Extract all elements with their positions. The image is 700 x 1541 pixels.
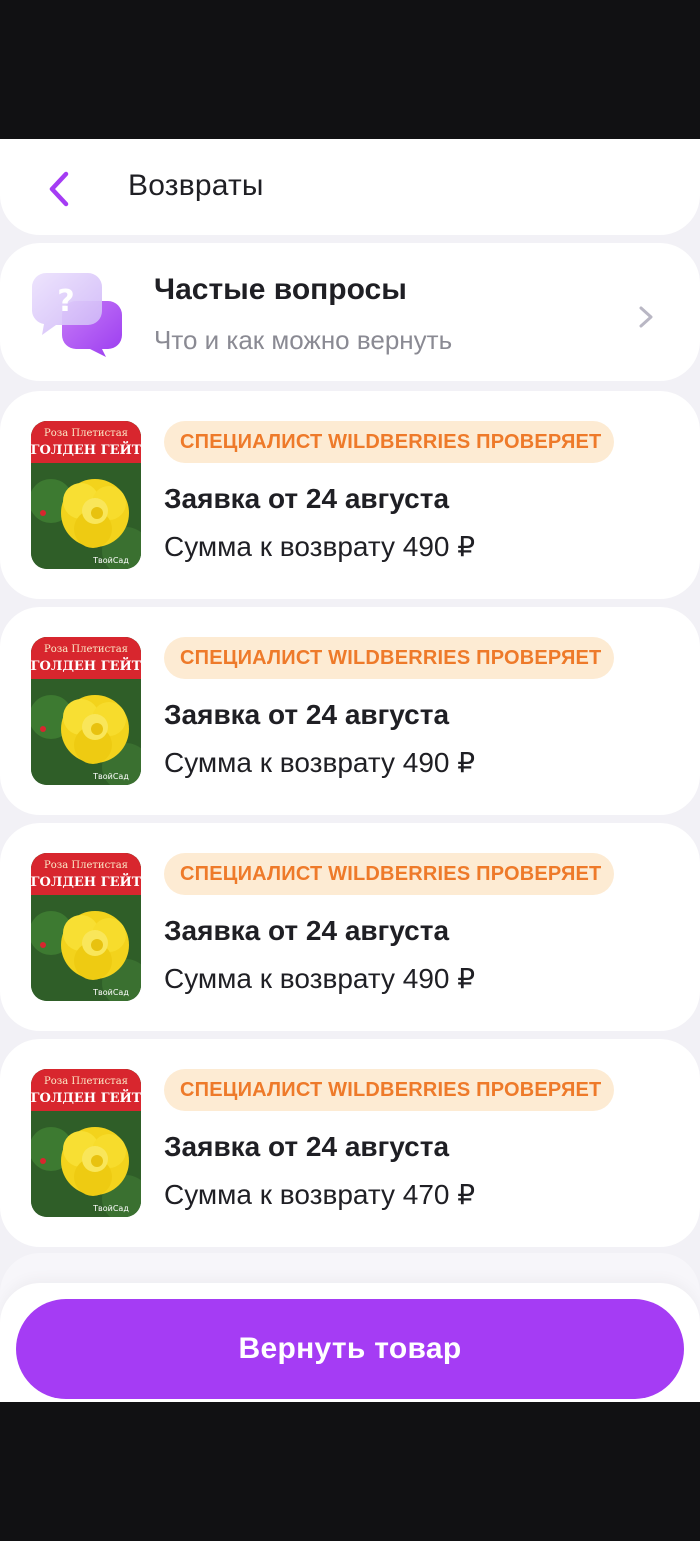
return-card[interactable]: Роза Плетистая ГОЛДЕН ГЕЙТ ТвойСад СПЕЦИ… <box>0 823 700 1031</box>
product-label-line1: Роза Плетистая <box>44 1076 128 1087</box>
return-card[interactable]: Роза Плетистая ГОЛДЕН ГЕЙТ ТвойСад СПЕЦИ… <box>0 607 700 815</box>
return-card[interactable]: Роза Плетистая ГОЛДЕН ГЕЙТ ТвойСад СПЕЦИ… <box>0 391 700 599</box>
product-image: Роза Плетистая ГОЛДЕН ГЕЙТ ТвойСад <box>31 421 141 569</box>
product-label-line2: ГОЛДЕН ГЕЙТ <box>31 873 141 890</box>
product-brand: ТвойСад <box>92 988 129 997</box>
product-label-line2: ГОЛДЕН ГЕЙТ <box>31 441 141 458</box>
return-request-title: Заявка от 24 августа <box>164 699 450 730</box>
product-label-line2: ГОЛДЕН ГЕЙТ <box>31 657 141 674</box>
product-image: Роза Плетистая ГОЛДЕН ГЕЙТ ТвойСад <box>31 1069 141 1217</box>
chevron-left-icon <box>49 171 69 207</box>
return-amount: Сумма к возврату 470 ₽ <box>164 1179 476 1210</box>
question-chat-icon: ? <box>32 273 122 357</box>
product-label-line1: Роза Плетистая <box>44 644 128 655</box>
svg-text:?: ? <box>57 284 74 319</box>
return-request-title: Заявка от 24 августа <box>164 483 450 514</box>
product-image: Роза Плетистая ГОЛДЕН ГЕЙТ ТвойСад <box>31 637 141 785</box>
status-badge: СПЕЦИАЛИСТ WILDBERRIES ПРОВЕРЯЕТ <box>164 1069 614 1111</box>
status-badge: СПЕЦИАЛИСТ WILDBERRIES ПРОВЕРЯЕТ <box>164 853 614 895</box>
status-badge: СПЕЦИАЛИСТ WILDBERRIES ПРОВЕРЯЕТ <box>164 637 614 679</box>
returns-screen: Возвраты ? Частые вопросы Что и как можн… <box>0 139 700 1402</box>
return-item-button[interactable]: Вернуть товар <box>16 1299 684 1399</box>
bottom-action-panel: Вернуть товар <box>0 1283 700 1402</box>
product-brand: ТвойСад <box>92 1204 129 1213</box>
navigation-bar-area <box>0 1402 700 1541</box>
faq-title: Частые вопросы <box>154 273 407 306</box>
return-amount: Сумма к возврату 490 ₽ <box>164 747 476 778</box>
status-bar-area <box>0 0 700 139</box>
product-brand: ТвойСад <box>92 772 129 781</box>
product-label-line1: Роза Плетистая <box>44 860 128 871</box>
header: Возвраты <box>0 139 700 235</box>
faq-card[interactable]: ? Частые вопросы Что и как можно вернуть <box>0 243 700 381</box>
back-button[interactable] <box>38 167 82 211</box>
product-image: Роза Плетистая ГОЛДЕН ГЕЙТ ТвойСад <box>31 853 141 1001</box>
return-amount: Сумма к возврату 490 ₽ <box>164 963 476 994</box>
faq-subtitle: Что и как можно вернуть <box>154 325 453 355</box>
product-label-line2: ГОЛДЕН ГЕЙТ <box>31 1089 141 1106</box>
product-brand: ТвойСад <box>92 556 129 565</box>
chevron-right-icon <box>639 306 653 328</box>
product-label-line1: Роза Плетистая <box>44 428 128 439</box>
page-title: Возвраты <box>128 169 264 202</box>
return-request-title: Заявка от 24 августа <box>164 1131 450 1162</box>
return-amount: Сумма к возврату 490 ₽ <box>164 531 476 562</box>
status-badge: СПЕЦИАЛИСТ WILDBERRIES ПРОВЕРЯЕТ <box>164 421 614 463</box>
return-card[interactable]: Роза Плетистая ГОЛДЕН ГЕЙТ ТвойСад СПЕЦИ… <box>0 1039 700 1247</box>
return-request-title: Заявка от 24 августа <box>164 915 450 946</box>
